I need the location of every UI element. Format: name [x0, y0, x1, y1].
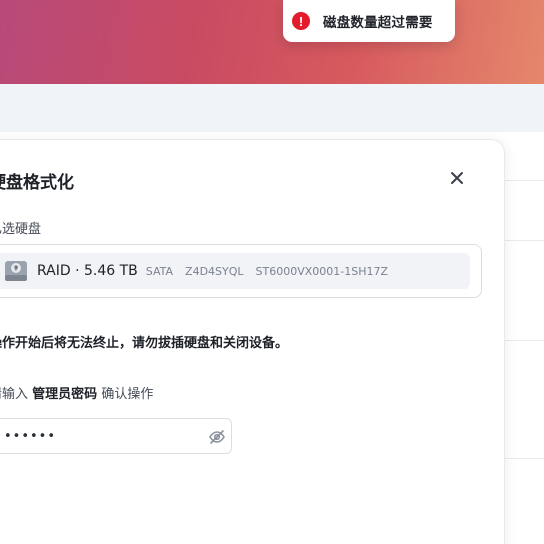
- background-divider: [505, 458, 544, 459]
- disk-interface: SATA: [145, 264, 174, 278]
- background-divider: [505, 340, 544, 341]
- confirm-prefix: 请输入: [0, 387, 29, 402]
- toggle-password-visibility-button[interactable]: [208, 428, 226, 446]
- warning-text: 操作开始后将无法终止，请勿拔插硬盘和关闭设备。: [0, 336, 289, 351]
- header-banner: [0, 0, 544, 84]
- disk-serial: Z4D4SYQL: [185, 264, 244, 278]
- disk-model: ST6000VX0001-1SH17Z: [255, 264, 389, 278]
- selected-disk-label: 已选硬盘: [0, 222, 42, 237]
- password-field: [0, 418, 232, 454]
- background-divider: [505, 240, 544, 241]
- format-disk-dialog: 硬盘格式化 已选硬盘 ? RAID · 5.46 TB SATA Z4D4SYQ…: [0, 139, 505, 544]
- eye-off-icon: [209, 430, 225, 444]
- hard-disk-icon: ?: [5, 261, 27, 281]
- confirm-instruction: 请输入 管理员密码 确认操作: [0, 383, 153, 402]
- background-divider: [505, 180, 544, 181]
- svg-text:?: ?: [14, 266, 18, 273]
- error-icon: !: [292, 12, 310, 30]
- dialog-title: 硬盘格式化: [0, 173, 74, 193]
- password-input[interactable]: [4, 421, 204, 451]
- toolbar-strip: [0, 84, 544, 132]
- selected-disk-box: ? RAID · 5.46 TB SATA Z4D4SYQL ST6000VX0…: [0, 244, 482, 298]
- close-button[interactable]: [447, 168, 467, 188]
- disk-item: ? RAID · 5.46 TB SATA Z4D4SYQL ST6000VX0…: [0, 253, 470, 289]
- close-icon: [451, 172, 463, 184]
- toast-message: 磁盘数量超过需要: [323, 15, 433, 31]
- confirm-suffix: 确认操作: [101, 387, 154, 402]
- confirm-emphasis: 管理员密码: [32, 387, 98, 402]
- disk-name: RAID · 5.46 TB: [37, 263, 138, 279]
- error-toast: ! 磁盘数量超过需要: [283, 0, 455, 42]
